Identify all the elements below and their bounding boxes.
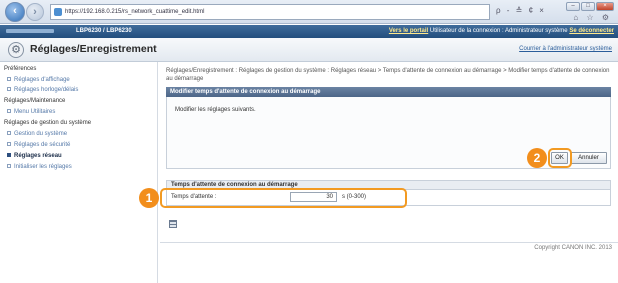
window-controls: – □ × (566, 2, 614, 11)
page-title: Réglages/Enregistrement (30, 43, 157, 55)
logged-user-text: Utilisateur de la connexion : Administra… (429, 28, 568, 34)
sidebar-heading-preferences[interactable]: Préférences (4, 66, 36, 72)
browser-toolbar-icons[interactable]: ⌂ ☆ ⚙ (573, 13, 612, 22)
bullet-icon (7, 142, 11, 146)
footer-divider (160, 242, 618, 243)
settings-gear-icon: ⚙ (8, 42, 24, 58)
sidebar-item-display[interactable]: Réglages d'affichage (7, 77, 70, 83)
mail-admin-link[interactable]: Courrier à l'administrateur système (519, 46, 612, 52)
minimize-icon[interactable]: – (566, 2, 580, 11)
sidebar-heading-maintenance[interactable]: Réglages/Maintenance (4, 98, 65, 104)
bullet-icon (7, 153, 11, 157)
cancel-button[interactable]: Annuler (570, 152, 607, 164)
bullet-icon (7, 77, 11, 81)
portal-link[interactable]: Vers le portail (389, 28, 428, 34)
site-favicon-icon (54, 8, 62, 16)
panel-message: Modifier les réglages suivants. (175, 107, 256, 113)
sidebar: Préférences Réglages d'affichage Réglage… (0, 62, 158, 283)
sidebar-item-security[interactable]: Réglages de sécurité (7, 142, 70, 148)
sidebar-item-system-management[interactable]: Gestion du système (7, 131, 67, 137)
callout-1: 1 (139, 188, 159, 208)
address-tools[interactable]: ρ - ≙ ¢ × (496, 6, 546, 15)
breadcrumb: Réglages/Enregistrement : Réglages de ge… (166, 68, 610, 82)
bullet-icon (7, 109, 11, 113)
sidebar-item-initialize[interactable]: Initialiser les réglages (7, 164, 72, 170)
panel-title: Modifier temps d'attente de connexion au… (166, 87, 611, 97)
bullet-icon (7, 131, 11, 135)
highlight-wait-time (160, 188, 407, 208)
copyright: Copyright CANON INC. 2013 (534, 245, 612, 251)
close-icon[interactable]: × (596, 2, 614, 11)
address-url: https://192.168.0.215/rs_network_cuattim… (65, 9, 205, 15)
logout-link[interactable]: Se déconnecter (569, 28, 614, 34)
sidebar-item-timer[interactable]: Réglages horloge/délais (7, 87, 78, 93)
highlight-ok-button (548, 148, 572, 168)
sidebar-heading-system[interactable]: Réglages de gestion du système (4, 120, 91, 126)
header-links: Vers le portail Utilisateur de la connex… (389, 25, 614, 38)
bullet-icon (7, 164, 11, 168)
maximize-icon[interactable]: □ (581, 2, 595, 11)
sidebar-item-utility[interactable]: Menu Utilitaires (7, 109, 55, 115)
back-arrow-icon[interactable]: ‹ (5, 2, 25, 22)
forward-arrow-icon[interactable]: › (26, 3, 44, 21)
address-bar[interactable]: https://192.168.0.215/rs_network_cuattim… (50, 4, 490, 20)
brand-logo (6, 29, 54, 33)
callout-2: 2 (527, 148, 547, 168)
list-view-icon[interactable] (169, 220, 177, 228)
bullet-icon (7, 87, 11, 91)
sidebar-item-network[interactable]: Réglages réseau (7, 153, 62, 159)
printer-model: LBP6230 / LBP6230 (76, 28, 132, 34)
browser-toolbar: ‹ › https://192.168.0.215/rs_network_cua… (0, 0, 618, 24)
app-header: LBP6230 / LBP6230 Vers le portail Utilis… (0, 25, 618, 38)
page-title-bar: ⚙ Réglages/Enregistrement Courrier à l'a… (0, 38, 618, 62)
